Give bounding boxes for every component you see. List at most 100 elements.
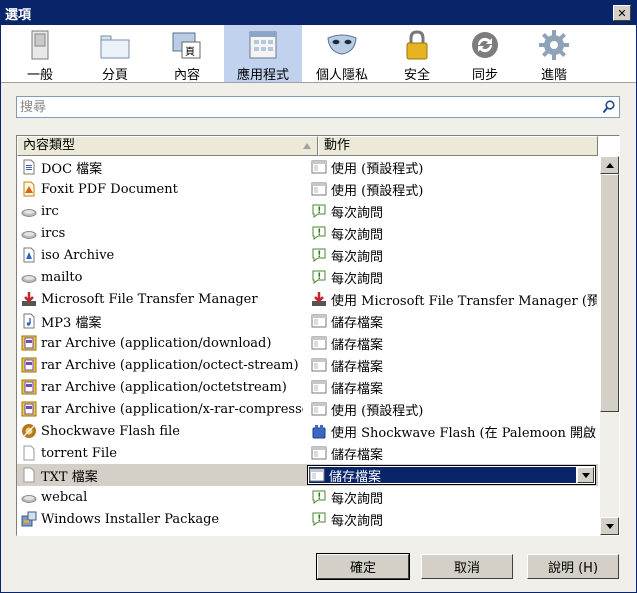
- mask-icon: [325, 28, 359, 62]
- content-type-label: MP3 檔案: [41, 315, 102, 331]
- vertical-scrollbar[interactable]: [600, 156, 619, 535]
- list-item[interactable]: rar Archive (application/x-rar-compresse…: [17, 398, 598, 420]
- search-icon[interactable]: [602, 100, 615, 118]
- pane-advanced[interactable]: 進階: [523, 25, 585, 83]
- search-input[interactable]: [20, 98, 595, 116]
- list-item[interactable]: iso Archive! 每次詢問: [17, 244, 598, 266]
- pane-tabs[interactable]: 分頁: [84, 25, 146, 83]
- list-item[interactable]: irc! 每次詢問: [17, 200, 598, 222]
- list-item[interactable]: Microsoft File Transfer Manager 使用 Micros…: [17, 288, 598, 310]
- content-type-label: webcal: [41, 489, 88, 505]
- action-cell[interactable]: 儲存檔案: [311, 332, 597, 354]
- action-label: 每次詢問: [331, 491, 384, 507]
- ok-button[interactable]: 確定: [316, 553, 410, 580]
- list-item[interactable]: DOC 檔案 使用 (預設程式): [17, 156, 598, 178]
- tabs-icon: [98, 28, 132, 62]
- scroll-thumb[interactable]: [600, 174, 619, 412]
- lock-icon: [400, 28, 434, 62]
- svg-text:!: !: [317, 272, 321, 282]
- download-manager-icon: [21, 291, 37, 307]
- ask-icon: !: [311, 269, 327, 285]
- list-item[interactable]: webcal ! 每次詢問: [17, 486, 598, 508]
- action-dropdown[interactable]: 儲存檔案: [307, 465, 596, 485]
- pane-general[interactable]: 一般: [9, 25, 71, 83]
- action-cell[interactable]: 儲存檔案: [311, 442, 597, 464]
- action-cell[interactable]: ! 每次詢問: [311, 486, 597, 508]
- pane-label: 內容: [173, 68, 200, 83]
- list-item[interactable]: rar Archive (application/octetstream) 儲存檔…: [17, 376, 598, 398]
- rar-file-icon: [21, 335, 37, 351]
- options-window: 選項 ✕ 一般 分頁 頁 內容 應用程式 個人隱私 安全 同步 進階 搜尋 內容…: [0, 0, 637, 593]
- content-type-label: torrent File: [41, 445, 117, 461]
- blank-file-icon: [21, 445, 37, 461]
- list-item[interactable]: TXT 檔案 儲存檔案: [17, 464, 598, 486]
- action-label: 每次詢問: [331, 513, 384, 529]
- action-cell[interactable]: ! 每次詢問: [311, 244, 597, 266]
- list-item[interactable]: rar Archive (application/octect-stream) 儲…: [17, 354, 598, 376]
- cancel-button[interactable]: 取消: [421, 554, 513, 579]
- action-cell[interactable]: 使用 Shockwave Flash (在 Palemoon 開啟): [311, 420, 597, 442]
- list-item[interactable]: mailto ! 每次詢問: [17, 266, 598, 288]
- installer-icon: [21, 511, 37, 527]
- action-cell[interactable]: ! 每次詢問: [311, 508, 597, 530]
- chevron-down-icon: [581, 472, 590, 478]
- pane-label: 一般: [26, 68, 53, 83]
- content-type-label: mailto: [41, 269, 83, 285]
- close-button[interactable]: ✕: [613, 5, 631, 21]
- dropdown-button[interactable]: [577, 467, 594, 483]
- column-header-content-type[interactable]: 內容類型: [17, 136, 318, 156]
- scroll-up-button[interactable]: [600, 156, 619, 174]
- protocol-icon: [21, 269, 37, 285]
- list-item[interactable]: Windows Installer Package ! 每次詢問: [17, 508, 598, 530]
- pane-content[interactable]: 頁 內容: [156, 25, 218, 83]
- action-label: 儲存檔案: [331, 381, 384, 397]
- content-type-label: rar Archive (application/octect-stream): [41, 357, 299, 373]
- scroll-down-button[interactable]: [600, 517, 619, 535]
- action-label: 儲存檔案: [331, 359, 384, 375]
- save-file-icon: [311, 445, 327, 461]
- doc-file-icon: [21, 159, 37, 175]
- default-app-icon: [311, 181, 327, 197]
- content-type-cell: rar Archive (application/x-rar-compresse…: [21, 398, 303, 420]
- content-type-cell: rar Archive (application/download): [21, 332, 303, 354]
- action-cell[interactable]: 使用 (預設程式): [311, 156, 597, 178]
- sync-icon: [468, 28, 502, 62]
- list-item[interactable]: ircs! 每次詢問: [17, 222, 598, 244]
- action-label: 儲存檔案: [331, 447, 384, 463]
- list-item[interactable]: torrent File 儲存檔案: [17, 442, 598, 464]
- list-item[interactable]: MP3 檔案 儲存檔案: [17, 310, 598, 332]
- action-cell[interactable]: ! 每次詢問: [311, 266, 597, 288]
- pane-security[interactable]: 安全: [386, 25, 448, 83]
- content-type-label: Microsoft File Transfer Manager: [41, 291, 258, 307]
- applications-icon: [246, 28, 280, 62]
- action-label: 每次詢問: [331, 227, 384, 243]
- content-type-label: Shockwave Flash file: [41, 423, 180, 439]
- action-cell[interactable]: ! 每次詢問: [311, 200, 597, 222]
- pane-privacy[interactable]: 個人隱私: [307, 25, 377, 83]
- action-cell[interactable]: 儲存檔案: [311, 310, 597, 332]
- pane-applications[interactable]: 應用程式: [224, 25, 302, 83]
- content-type-label: rar Archive (application/octetstream): [41, 379, 287, 395]
- column-header-label: 動作: [324, 138, 351, 153]
- help-button[interactable]: 說明 (H): [527, 554, 619, 579]
- action-cell[interactable]: 使用 (預設程式): [311, 178, 597, 200]
- content-type-cell: MP3 檔案: [21, 310, 303, 332]
- action-label: 儲存檔案: [331, 315, 384, 331]
- pane-sync[interactable]: 同步: [454, 25, 516, 83]
- action-cell[interactable]: 儲存檔案: [311, 354, 597, 376]
- column-header-action[interactable]: 動作: [318, 136, 598, 156]
- save-file-icon: [311, 313, 327, 329]
- list-item[interactable]: rar Archive (application/download) 儲存檔案: [17, 332, 598, 354]
- action-label: 每次詢問: [331, 205, 384, 221]
- save-file-icon: [311, 335, 327, 351]
- switch-icon: [23, 28, 57, 62]
- list-item[interactable]: Foxit PDF Document 使用 (預設程式): [17, 178, 598, 200]
- list-item[interactable]: Shockwave Flash file 使用 Shockwave Flash (…: [17, 420, 598, 442]
- action-cell[interactable]: 儲存檔案: [311, 376, 597, 398]
- action-cell[interactable]: 使用 (預設程式): [311, 398, 597, 420]
- plugin-icon: [311, 423, 327, 439]
- action-cell[interactable]: 使用 Microsoft File Transfer Manager (預…: [311, 288, 597, 310]
- action-cell[interactable]: ! 每次詢問: [311, 222, 597, 244]
- content-type-label: Windows Installer Package: [41, 511, 220, 527]
- download-manager-icon: [311, 291, 327, 307]
